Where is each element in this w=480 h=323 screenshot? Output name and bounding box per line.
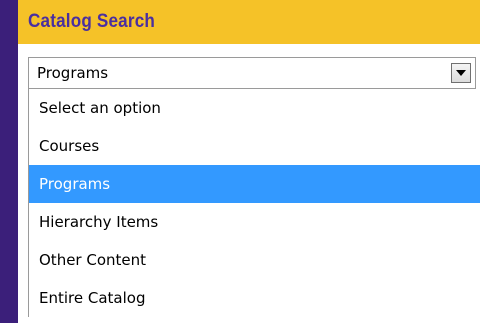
catalog-type-select[interactable]: Programs (28, 57, 476, 89)
option-other-content[interactable]: Other Content (29, 241, 480, 279)
option-hierarchy-items[interactable]: Hierarchy Items (29, 203, 480, 241)
panel-header: Catalog Search (18, 0, 480, 44)
triangle-down-icon (456, 70, 466, 76)
option-programs[interactable]: Programs (29, 165, 480, 203)
dropdown-options-list: Select an option Courses Programs Hierar… (28, 89, 480, 317)
select-current-value: Programs (37, 64, 109, 82)
option-select-an-option[interactable]: Select an option (29, 89, 480, 127)
option-courses[interactable]: Courses (29, 127, 480, 165)
option-entire-catalog[interactable]: Entire Catalog (29, 279, 480, 317)
catalog-search-panel: Catalog Search Programs Select an option… (18, 0, 480, 323)
dropdown-arrow-button[interactable] (451, 63, 471, 83)
panel-title: Catalog Search (28, 11, 156, 32)
